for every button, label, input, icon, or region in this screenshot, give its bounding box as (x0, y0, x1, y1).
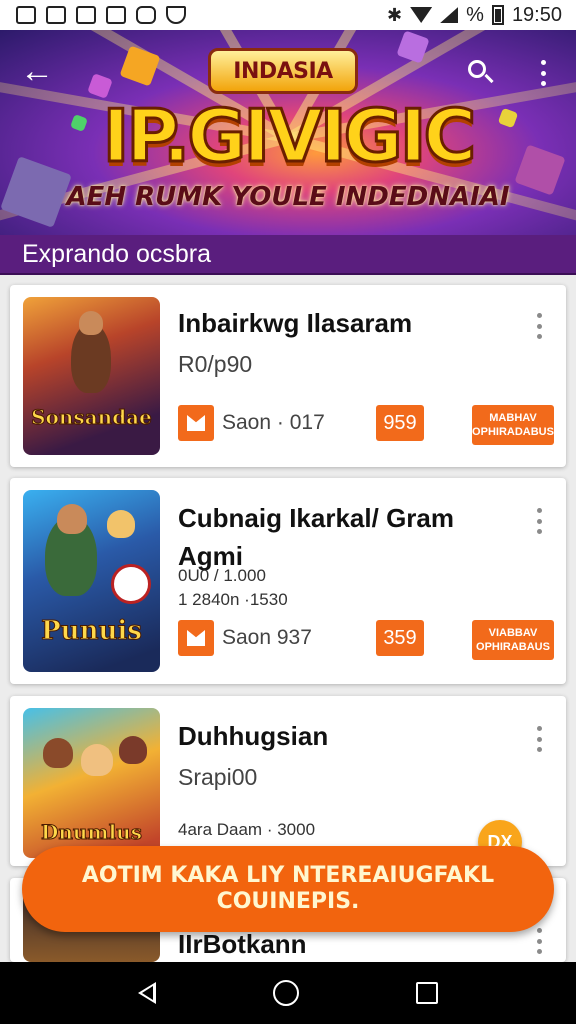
search-icon[interactable] (466, 58, 496, 88)
game-card[interactable]: Sonsandae Inbairkwg Ilasaram R0/p90 Saon… (10, 285, 566, 467)
nav-back-icon[interactable] (138, 982, 157, 1004)
nav-home-icon[interactable] (272, 980, 299, 1006)
android-notification-icon (166, 6, 186, 24)
system-icons: ✱ % 19:50 (387, 4, 562, 27)
game-subtitle: R0/p90 (178, 351, 253, 377)
install-button[interactable]: VIABBAV OPHIRABAUS (472, 620, 554, 660)
status-time: 19:50 (511, 3, 562, 26)
game-downloads: 0U0 / 1.000 (178, 566, 266, 585)
thumbnail-title: Sonsandae (31, 405, 153, 430)
game-thumbnail[interactable]: Dnumlus (23, 708, 160, 858)
card-menu-icon[interactable] (534, 726, 544, 752)
image-notification-icon (106, 6, 126, 24)
battery-percent: % (466, 3, 484, 26)
battery-icon (491, 5, 504, 25)
status-bar: ✱ % 19:50 (0, 0, 576, 30)
game-thumbnail[interactable]: Sonsandae (23, 297, 160, 455)
game-subtitle: Srapi00 (178, 764, 258, 790)
news-notification-icon (46, 6, 66, 24)
thumbnail-title: Punuis (41, 616, 143, 647)
mail-icon (178, 620, 214, 656)
edit-notification-icon (76, 6, 96, 24)
section-label: Exprando ocsbra (22, 240, 212, 268)
game-title: Inbairkwg Ilasaram (178, 308, 413, 338)
thumbnail-title: Dnumlus (41, 820, 143, 845)
section-header: Exprando ocsbra (0, 235, 576, 275)
card-menu-icon[interactable] (534, 508, 544, 534)
mail-icon (178, 405, 214, 441)
nav-recents-icon[interactable] (415, 982, 438, 1004)
wifi-icon (410, 7, 433, 23)
card-menu-icon[interactable] (534, 313, 544, 339)
bluetooth-icon: ✱ (387, 4, 403, 25)
brand-logo: INDASIA (208, 48, 358, 94)
price-button[interactable]: 359 (376, 620, 424, 656)
game-rating: Saon · 017 (222, 411, 325, 434)
price-button[interactable]: 959 (376, 405, 424, 441)
brand-logo-text: INDASIA (233, 58, 333, 84)
call-to-action-button[interactable]: AOTIM KAKA LIY NTEREAIUGFAKL COUINEPIS. (22, 846, 554, 932)
hero-banner: ← INDASIA IP.GIVIGIC AEH RUMK YOULE INDE… (0, 30, 576, 235)
game-title: Duhhugsian (178, 721, 329, 751)
overflow-menu-icon[interactable] (534, 56, 552, 90)
back-arrow-icon[interactable]: ← (20, 54, 56, 92)
system-navigation-bar (0, 962, 576, 1024)
game-title: Cubnaig Ikarkal/ Gram (178, 503, 454, 533)
gem-decoration (119, 45, 161, 87)
game-card[interactable]: Punuis Cubnaig Ikarkal/ Gram Agmi 0U0 / … (10, 478, 566, 684)
game-thumbnail[interactable]: Punuis (23, 490, 160, 672)
game-meta: 4ara Daam · 3000 (178, 820, 316, 839)
game-meta: 1 2840n ·1530 (178, 590, 288, 609)
banner-subtitle: AEH RUMK YOULE INDEDNAIAI (66, 182, 510, 212)
app-notification-icon (136, 6, 156, 24)
banner-title: IP.GIVIGIC (101, 93, 478, 180)
game-rating: Saon 937 (222, 626, 312, 649)
install-button[interactable]: MABHAV OPHIRADABUS (472, 405, 554, 445)
signal-icon (440, 7, 459, 23)
notification-icons (16, 6, 186, 24)
gallery-notification-icon (16, 6, 36, 24)
card-menu-icon[interactable] (534, 928, 544, 954)
